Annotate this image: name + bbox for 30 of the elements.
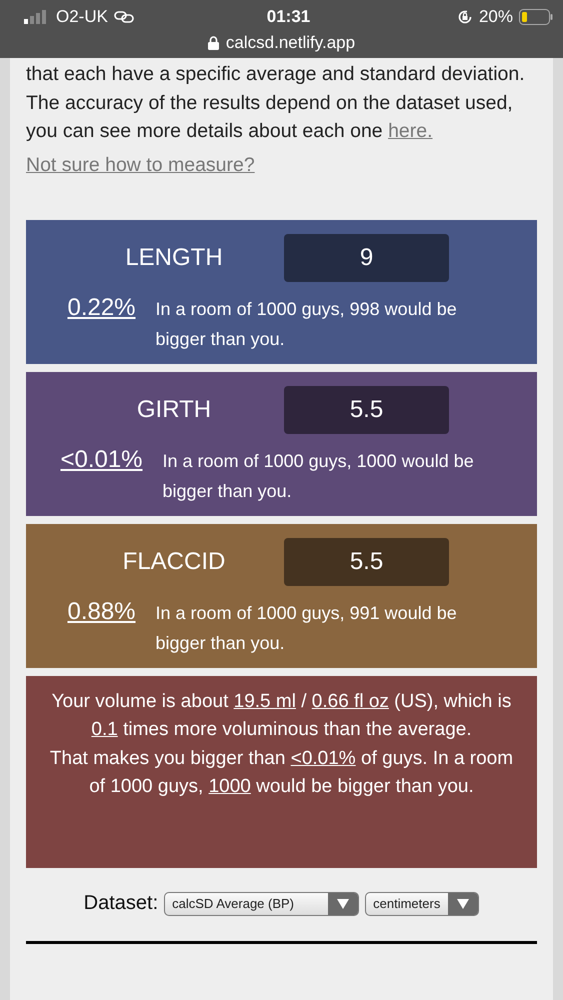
percentile-value: <0.01% (60, 446, 143, 474)
lock-icon (208, 36, 219, 50)
measure-help-link[interactable]: Not sure how to measure? (26, 154, 255, 176)
caret-icon (337, 898, 350, 908)
measurement-input[interactable]: 9 (284, 234, 449, 282)
percentile-value: 0.22% (67, 294, 136, 322)
carrier-name: O2-UK (56, 7, 108, 27)
url-text[interactable]: calcsd.netlify.app (226, 33, 356, 53)
clock-time: 01:31 (266, 7, 310, 27)
battery-icon (518, 9, 553, 25)
measurement-label: GIRTH (136, 396, 212, 424)
measurement-label: FLACCID (122, 548, 226, 576)
intro-paragraph: that each have a specific average and standard deviation. The accuracy of the results depend on the dataset used, you can see more details about each one here. (26, 62, 526, 144)
here-link[interactable]: here. (388, 120, 433, 142)
dataset-label: Dataset: (84, 892, 158, 915)
result-description: In a room of 1000 guys, 1000 would be bigger than you. (162, 450, 475, 503)
result-description: In a room of 1000 guys, 991 would be bigger than you. (156, 602, 458, 655)
rotation-lock-icon (456, 9, 473, 25)
measurement-input[interactable]: 5.5 (284, 538, 449, 586)
result-description: In a room of 1000 guys, 998 would be bigger than you. (156, 298, 458, 351)
battery-percent: 20% (478, 7, 513, 27)
percentile-value: 0.88% (67, 598, 136, 626)
volume-text: That makes you bigger than <0.01% of guys. In a room of 1000 guys, 1000 would be bigger than you. (48, 746, 514, 799)
dataset-select[interactable]: calcSD Average (BP) (164, 892, 360, 916)
measurement-label: LENGTH (124, 244, 224, 272)
volume-text: Your volume is about 19.5 ml / 0.66 fl oz (US), which is 0.1 times more voluminous than the average. (50, 690, 512, 742)
link-icon (114, 11, 134, 23)
unit-select[interactable]: centimeters (365, 892, 480, 916)
measurement-input[interactable]: 5.5 (284, 386, 449, 434)
caret-icon (457, 898, 470, 908)
